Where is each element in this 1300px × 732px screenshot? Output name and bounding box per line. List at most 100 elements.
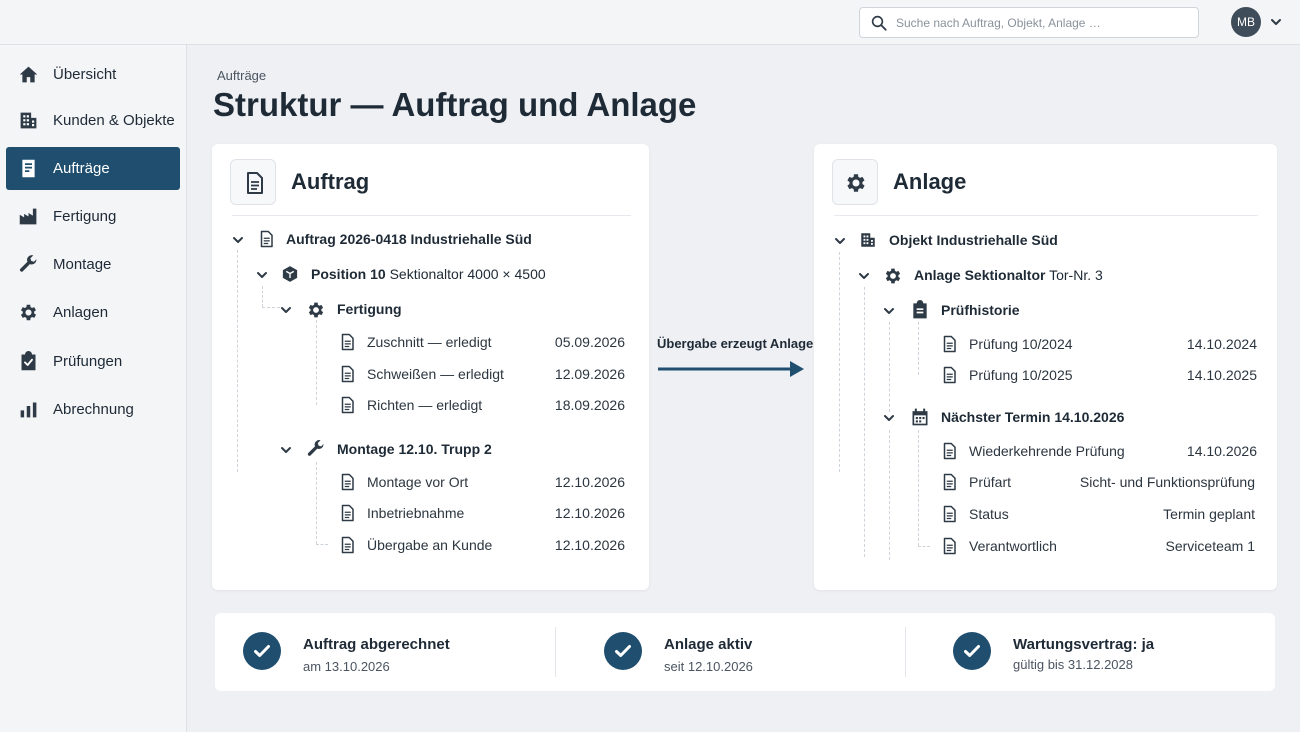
tree-item-uebergabe[interactable]: Übergabe an Kunde: [367, 537, 492, 553]
clipboard-check-icon: [21, 351, 36, 371]
item-date: 18.09.2026: [554, 397, 625, 413]
chevron-down-icon[interactable]: [883, 412, 895, 424]
tree-item-objekt[interactable]: Objekt Industriehalle Süd: [889, 232, 1058, 248]
sidebar-item-label: Montage: [53, 256, 112, 273]
status-subtitle: am 13.10.2026: [303, 659, 390, 674]
chevron-down-icon[interactable]: [858, 270, 870, 282]
tree-line: [237, 250, 238, 472]
tree-item-pruefung-2024[interactable]: Prüfung 10/2024: [969, 336, 1073, 352]
item-value: Serviceteam 1: [1165, 538, 1255, 554]
document-icon: [338, 365, 356, 383]
building-icon: [20, 112, 37, 129]
status-title: Wartungsvertrag: ja: [1013, 636, 1155, 653]
document-icon: [940, 537, 958, 555]
anlage-detail: Tor-Nr. 3: [1049, 267, 1103, 283]
search-input[interactable]: [896, 12, 1186, 34]
item-date: 14.10.2024: [1186, 336, 1257, 352]
calendar-icon: [912, 408, 928, 426]
tree-item-status[interactable]: Status: [969, 506, 1009, 522]
position-detail: Sektionaltor 4000 × 4500: [389, 266, 546, 282]
item-date: 12.10.2026: [554, 537, 625, 553]
tree-item-pruefart[interactable]: Prüfart: [969, 474, 1011, 490]
breadcrumb[interactable]: Aufträge: [217, 68, 266, 83]
bar-chart-icon: [20, 402, 37, 418]
anlage-card-title: Anlage: [893, 169, 967, 194]
sidebar-item-anlagen[interactable]: Anlagen: [6, 291, 180, 334]
chevron-down-icon[interactable]: [280, 304, 292, 316]
document-icon: [22, 159, 35, 178]
anlage-header-icon: [832, 159, 878, 205]
document-icon: [940, 442, 958, 460]
tree-item-fertigung[interactable]: Fertigung: [337, 301, 402, 317]
auftrag-header-icon: [230, 159, 276, 205]
tree-item-verantwortlich[interactable]: Verantwortlich: [969, 538, 1057, 554]
sidebar-item-uebersicht[interactable]: Übersicht: [6, 53, 180, 96]
chevron-down-icon[interactable]: [883, 305, 895, 317]
tree-item-position[interactable]: Position 10 Sektionaltor 4000 × 4500: [311, 266, 546, 282]
tree-item-anlage[interactable]: Anlage Sektionaltor Tor-Nr. 3: [914, 267, 1103, 283]
building-icon: [861, 233, 875, 247]
document-icon: [338, 396, 356, 414]
tree-item-montage-vor-ort[interactable]: Montage vor Ort: [367, 474, 468, 490]
sidebar-item-abrechnung[interactable]: Abrechnung: [6, 388, 180, 431]
sidebar-item-label: Kunden & Objekte: [53, 112, 175, 129]
avatar[interactable]: MB: [1231, 7, 1261, 37]
item-value: Sicht- und Funktionsprüfung: [1079, 474, 1255, 490]
tree-item-auftrag-root[interactable]: Auftrag 2026-0418 Industriehalle Süd: [286, 231, 532, 247]
divider: [232, 215, 631, 216]
tree-item-richten[interactable]: Richten — erledigt: [367, 397, 482, 413]
chevron-down-icon[interactable]: [1270, 16, 1282, 28]
divider: [905, 627, 906, 677]
item-date: 14.10.2025: [1186, 367, 1257, 383]
chevron-down-icon[interactable]: [256, 269, 268, 281]
position-label: Position 10: [311, 266, 386, 282]
auftrag-card-title: Auftrag: [291, 169, 370, 194]
tree-item-inbetriebnahme[interactable]: Inbetriebnahme: [367, 505, 464, 521]
tree-item-schweissen[interactable]: Schweißen — erledigt: [367, 366, 504, 382]
tree-line: [262, 307, 280, 308]
sidebar-item-auftraege[interactable]: Aufträge: [6, 147, 180, 190]
status-title: Anlage aktiv: [664, 636, 753, 653]
sidebar: Übersicht Kunden & Objekte Aufträge Fert…: [0, 45, 187, 732]
chevron-down-icon[interactable]: [834, 235, 846, 247]
tree-line: [864, 287, 865, 557]
arrow-right-icon: [658, 361, 804, 377]
connector-label: Übergabe erzeugt Anlage: [657, 336, 814, 351]
tree-item-zuschnitt[interactable]: Zuschnitt — erledigt: [367, 334, 492, 350]
tree-item-montage[interactable]: Montage 12.10. Trupp 2: [337, 441, 492, 457]
tree-item-pruefung-2025[interactable]: Prüfung 10/2025: [969, 367, 1073, 383]
gear-icon: [883, 266, 903, 286]
page-title: Struktur — Auftrag und Anlage: [213, 86, 697, 123]
sidebar-item-label: Anlagen: [53, 304, 109, 321]
tree-line: [889, 322, 890, 412]
sidebar-item-pruefungen[interactable]: Prüfungen: [6, 340, 180, 383]
status-summary: Auftrag abgerechnet am 13.10.2026 Anlage…: [215, 613, 1275, 691]
item-date: 12.10.2026: [554, 474, 625, 490]
sidebar-item-kunden-objekte[interactable]: Kunden & Objekte: [6, 99, 180, 142]
divider: [834, 215, 1258, 216]
item-date: 12.10.2026: [554, 505, 625, 521]
tree-line: [918, 430, 919, 546]
wrench-icon: [307, 440, 324, 456]
tree-item-naechster-termin[interactable]: Nächster Termin 14.10.2026: [941, 409, 1124, 425]
sidebar-item-fertigung[interactable]: Fertigung: [6, 195, 180, 238]
tree-line: [262, 286, 263, 307]
document-icon: [940, 473, 958, 491]
tree-item-pruefhistorie[interactable]: Prüfhistorie: [941, 302, 1020, 318]
document-icon: [940, 366, 958, 384]
sidebar-item-label: Abrechnung: [53, 401, 134, 418]
clipboard-icon: [913, 300, 927, 319]
divider: [555, 627, 556, 677]
item-value: Termin geplant: [1163, 506, 1255, 522]
sidebar-item-montage[interactable]: Montage: [6, 243, 180, 286]
tree-line: [316, 320, 317, 405]
tree-line: [918, 546, 930, 547]
status-title: Auftrag abgerechnet: [303, 636, 450, 653]
document-icon: [257, 230, 275, 248]
sidebar-item-label: Prüfungen: [53, 353, 123, 370]
chevron-down-icon[interactable]: [280, 444, 292, 456]
tree-line: [316, 462, 317, 544]
chevron-down-icon[interactable]: [232, 234, 244, 246]
search-box[interactable]: [859, 7, 1199, 38]
document-icon: [338, 333, 356, 351]
